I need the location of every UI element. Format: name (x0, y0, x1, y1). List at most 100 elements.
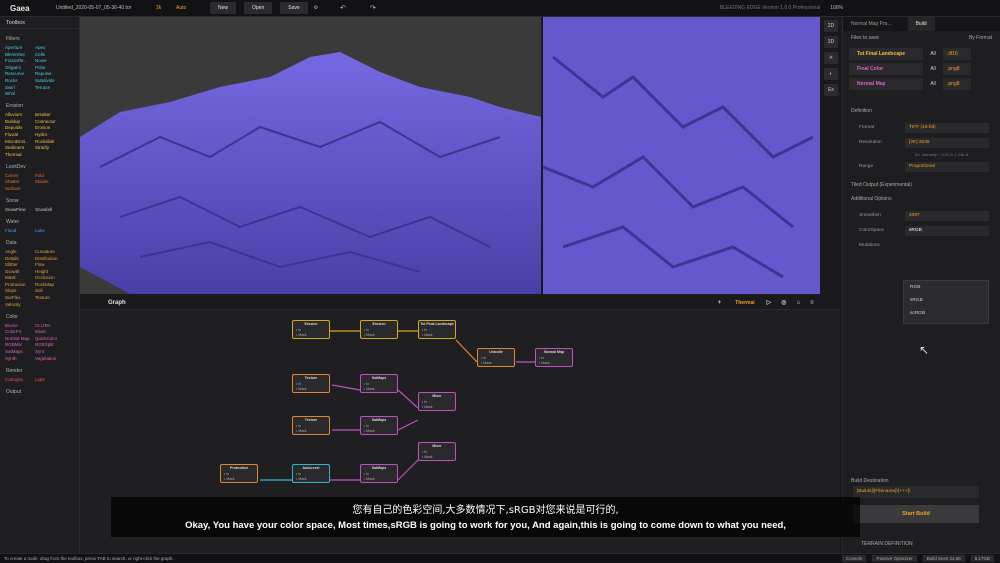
file-all[interactable]: All (923, 51, 943, 57)
category-title[interactable]: Water (0, 216, 79, 228)
range-select[interactable]: Proportional (905, 161, 989, 172)
tab-build[interactable]: Build (907, 17, 935, 31)
toolbox-node[interactable]: Details (5, 256, 35, 261)
add-node-icon[interactable]: + (718, 300, 722, 306)
toolbox-node[interactable]: Deposits (5, 125, 35, 130)
3d-button[interactable]: 3D (824, 36, 838, 48)
toolbox-node[interactable]: Occlusion (35, 275, 75, 280)
toolbox-node[interactable]: Light (35, 377, 75, 382)
3d-viewport[interactable] (80, 17, 541, 294)
toolbox-node[interactable]: Snowfall (35, 207, 75, 212)
tab-normal-map[interactable]: Normal Map Pro... (843, 17, 900, 31)
toolbox-node[interactable]: Noise (35, 58, 75, 63)
toolbox-node[interactable]: Cartogra.. (5, 377, 35, 382)
by-format-select[interactable]: By Format (969, 35, 992, 41)
toolbox-node[interactable]: Polar (35, 65, 75, 70)
file-label[interactable]: Tut Final Landscape (849, 48, 923, 60)
toolbox-node[interactable]: Erosion (35, 125, 75, 130)
globe-icon[interactable]: ◐ (824, 68, 838, 80)
graph-node[interactable]: SatMaps • In • Mask (360, 416, 398, 435)
resolution-field[interactable]: [2K] 2048 (905, 137, 989, 148)
toolbox-node[interactable]: Rescurve (5, 71, 35, 76)
file-label[interactable]: Normal Map (849, 78, 923, 90)
toolbox-node[interactable]: Vegetation (35, 356, 75, 361)
toolbox-node[interactable]: Mixer (35, 329, 75, 334)
toolbox-node[interactable]: MicroEros.. (5, 139, 35, 144)
toolbox-node[interactable]: Texture (35, 295, 75, 300)
open-button[interactable]: Open (244, 2, 273, 14)
toolbox-node[interactable]: Synth (5, 356, 35, 361)
toolbox-node[interactable]: Origami (5, 65, 35, 70)
passive-optimizer[interactable]: Passive Optimizer (872, 555, 917, 562)
2d-button[interactable]: 2D (824, 20, 838, 32)
menu-icon[interactable]: ≡ (810, 300, 814, 306)
toolbox-node[interactable]: Surface (5, 186, 35, 191)
toolbox-node[interactable]: Breaker (35, 112, 75, 117)
2d-viewport[interactable] (543, 17, 820, 294)
play-icon[interactable]: ▷ (767, 299, 772, 306)
toolbox-node[interactable]: Flow (35, 262, 75, 267)
category-title[interactable]: LookDev (0, 161, 79, 173)
graph-node[interactable]: Erosion • In • Mask (360, 320, 398, 339)
toolbox-node[interactable]: SatMaps (5, 349, 35, 354)
category-title[interactable]: Snow (0, 195, 79, 207)
zoom-level[interactable]: 100% (830, 5, 843, 11)
toolbox-node[interactable]: Biome (5, 323, 35, 328)
graph-node[interactable]: Mixer • In • Mask (418, 392, 456, 411)
toolbox-node[interactable]: Repulse (35, 71, 75, 76)
toolbox-node[interactable]: SurFlex (5, 295, 35, 300)
toolbox-node[interactable]: Fluvial (5, 132, 35, 137)
toolbox-node[interactable]: Slope (5, 288, 35, 293)
toolbox-node[interactable]: Lake (35, 228, 75, 233)
category-title[interactable]: Erosion (0, 100, 79, 112)
graph-mode[interactable]: Thermal (735, 300, 754, 306)
toolbox-node[interactable]: Sediment (5, 145, 35, 150)
toolbox-node[interactable]: CLUTer (35, 323, 75, 328)
format-select[interactable]: TIFF (16-bit) (905, 122, 989, 133)
toolbox-node[interactable]: Slittter (5, 262, 35, 267)
home-icon[interactable]: ⌂ (797, 300, 801, 306)
resolution-select[interactable]: 2k (156, 5, 176, 11)
toolbox-node[interactable]: Soil (35, 288, 75, 293)
toolbox-node[interactable]: FractalTe.. (5, 58, 35, 63)
definition-header[interactable]: Definition (843, 104, 1000, 118)
sun-icon[interactable]: ☀ (824, 52, 838, 64)
toolbox-node[interactable]: Normal Map (5, 336, 35, 341)
colorspace-dropdown[interactable]: RGB sRGB scRGB (903, 280, 989, 324)
colorspace-select[interactable]: sRGB (905, 225, 989, 236)
toolbox-node[interactable]: Height (35, 269, 75, 274)
toolbox-node[interactable] (35, 91, 75, 96)
toolbox-node[interactable]: Stacks (35, 179, 75, 184)
toolbox-node[interactable]: Blemisher (5, 52, 35, 57)
toolbox-node[interactable] (35, 152, 75, 157)
category-title[interactable]: Render (0, 365, 79, 377)
terrain-definition-header[interactable]: TERRAIN DEFINITION (853, 537, 921, 551)
toolbox-node[interactable]: Angle (5, 249, 35, 254)
destination-field[interactable]: [Builds]\[Filename]\[+++]\ (853, 486, 979, 498)
graph-node[interactable]: Texture • In • Mask (292, 374, 330, 393)
toolbox-node[interactable]: RGBSplit (35, 342, 75, 347)
start-build-button[interactable]: Start Build (853, 505, 979, 523)
toolbox-node[interactable] (35, 302, 75, 307)
graph-node[interactable]: Texture • In • Mask (292, 416, 330, 435)
toolbox-node[interactable]: Cells (35, 52, 75, 57)
graph-node[interactable]: Unicolle • In • Mask (477, 348, 515, 367)
toolbox-node[interactable]: Subdivide (35, 78, 75, 83)
toolbox-node[interactable]: SnowFlow (5, 207, 35, 212)
graph-node[interactable]: Tut Final Landscape • In • Mask (418, 320, 456, 339)
target-icon[interactable]: ◎ (781, 299, 786, 306)
toolbox-node[interactable]: ColorFX (5, 329, 35, 334)
redo-icon[interactable]: ↷ (370, 4, 376, 12)
toolbox-node[interactable]: Whirl (5, 91, 35, 96)
toolbox-node[interactable]: QuickColor (35, 336, 75, 341)
toolbox-node[interactable]: RGBMix (5, 342, 35, 347)
additional-options-header[interactable]: Additional Options (843, 192, 1000, 206)
option-rgb[interactable]: RGB (910, 285, 982, 298)
console-button[interactable]: Console (841, 555, 867, 562)
toolbox-node[interactable]: Distribution (35, 256, 75, 261)
ex-button[interactable]: Ex (824, 84, 838, 96)
settings-icon[interactable]: ⚙ (314, 5, 318, 11)
toolbox-node[interactable]: Stratify (35, 145, 75, 150)
toolbox-node[interactable]: Synt (35, 349, 75, 354)
toolbox-node[interactable]: Buildup (5, 119, 35, 124)
